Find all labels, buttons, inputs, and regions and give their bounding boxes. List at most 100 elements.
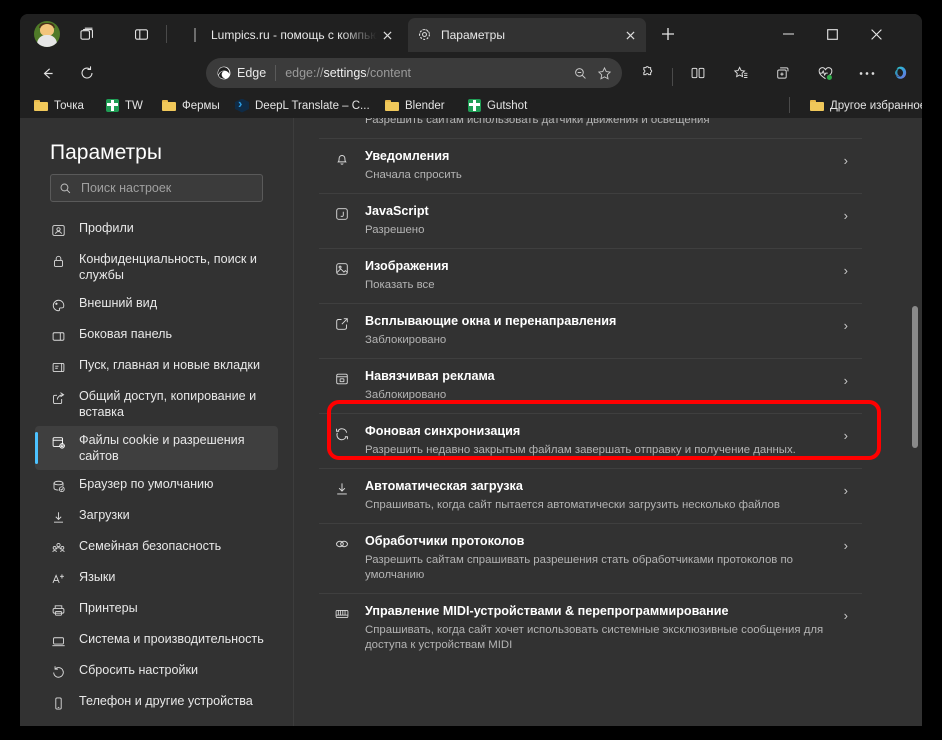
window-maximize-button[interactable] — [810, 14, 854, 54]
sidebar-item-label: Файлы cookie и разрешения сайтов — [79, 433, 245, 463]
bookmark-deepl[interactable]: DeepL Translate – C... — [229, 95, 376, 116]
bookmarks-divider — [789, 97, 790, 113]
split-screen-icon[interactable] — [683, 58, 713, 88]
sidebar-item-languages[interactable]: Языки — [35, 563, 278, 594]
omnibox-divider — [275, 65, 277, 81]
chevron-right-icon: › — [843, 608, 848, 623]
start-home-icon — [49, 358, 67, 376]
edge-logo-icon — [217, 66, 231, 80]
permission-row-images[interactable]: Изображения Показать все › — [319, 248, 862, 303]
sidebar-item-downloads[interactable]: Загрузки — [35, 501, 278, 532]
bookmark-label: Фермы — [182, 99, 220, 112]
permission-title: JavaScript — [365, 204, 429, 218]
zoom-out-icon[interactable] — [568, 61, 592, 85]
star-icon[interactable] — [592, 61, 616, 85]
midi-icon — [333, 605, 351, 623]
permission-row-protocol-handlers[interactable]: Обработчики протоколов Разрешить сайтам … — [319, 523, 862, 593]
sidebar-item-label: Внешний вид — [79, 296, 158, 310]
ellipsis-icon[interactable] — [852, 58, 882, 88]
workspaces-icon[interactable] — [72, 20, 100, 48]
favorites-star-list-icon[interactable] — [726, 58, 756, 88]
scrollbar-thumb[interactable] — [912, 306, 918, 448]
protocol-handlers-icon — [333, 535, 351, 553]
bookmark-tw[interactable]: TW — [100, 95, 149, 116]
profile-icon — [49, 221, 67, 239]
sidebar-item-sidebar[interactable]: Боковая панель — [35, 320, 278, 351]
refresh-button[interactable] — [72, 58, 102, 88]
tab-settings[interactable]: Параметры — [408, 18, 646, 52]
sheet-icon — [468, 99, 481, 112]
address-bar[interactable]: Edge edge://settings/content — [206, 58, 622, 88]
scrollbar-track[interactable] — [908, 118, 918, 726]
permission-row-javascript[interactable]: JavaScript Разрешено › — [319, 193, 862, 248]
new-tab-button[interactable] — [654, 20, 682, 48]
appearance-icon — [49, 296, 67, 314]
permission-row-midi-devices[interactable]: Управление MIDI-устройствами & перепрогр… — [319, 593, 862, 663]
sidebar-item-share-copy-paste[interactable]: Общий доступ, копирование и вставка — [35, 382, 278, 426]
tab-title: Lumpics.ru - помощь с компьюте — [211, 28, 377, 42]
sidebar-item-profiles[interactable]: Профили — [35, 214, 278, 245]
chevron-right-icon: › — [843, 153, 848, 168]
profile-avatar[interactable] — [34, 21, 60, 47]
sidebar-item-system-performance[interactable]: Система и производительность — [35, 625, 278, 656]
bookmark-fermy[interactable]: Фермы — [156, 95, 226, 116]
permission-row-automatic-downloads[interactable]: Автоматическая загрузка Спрашивать, когд… — [319, 468, 862, 523]
sidebar-item-phone-devices[interactable]: Телефон и другие устройства — [35, 687, 278, 718]
bookmark-blender[interactable]: Blender — [379, 95, 451, 116]
family-icon — [49, 539, 67, 557]
sidebar-item-label: Система и производительность — [79, 632, 264, 646]
chevron-right-icon: › — [843, 538, 848, 553]
sidebar-item-accessibility[interactable]: Специальные возможности — [35, 718, 278, 726]
tab-close-icon[interactable] — [620, 25, 640, 45]
other-favorites-button[interactable]: Другое избранное — [804, 95, 922, 116]
permission-title: Навязчивая реклама — [365, 369, 495, 383]
sidebar-item-label: Специальные возможности — [79, 724, 240, 726]
back-button[interactable] — [32, 58, 62, 88]
bookmark-tochka[interactable]: Точка — [28, 95, 90, 116]
tab-close-icon[interactable] — [377, 25, 397, 45]
sidebar-item-cookies-site-permissions[interactable]: Файлы cookie и разрешения сайтов — [35, 426, 278, 470]
permission-subtitle: Разрешить недавно закрытым файлам заверш… — [365, 444, 796, 456]
permission-row-intrusive-ads[interactable]: Навязчивая реклама Заблокировано › — [319, 358, 862, 413]
sidebar-item-privacy[interactable]: Конфиденциальность, поиск и службы — [35, 245, 278, 289]
permission-subtitle: Спрашивать, когда сайт пытается автомати… — [365, 499, 780, 511]
copilot-icon[interactable] — [886, 58, 916, 88]
sidebar-icon — [49, 327, 67, 345]
sidebar-item-label: Принтеры — [79, 601, 138, 615]
permission-row-popups[interactable]: Всплывающие окна и перенаправления Забло… — [319, 303, 862, 358]
sidebar-item-printers[interactable]: Принтеры — [35, 594, 278, 625]
lock-icon — [49, 252, 67, 270]
tab-title: Параметры — [441, 28, 505, 42]
tab-actions-icon[interactable] — [127, 20, 155, 48]
sidebar-item-label: Семейная безопасность — [79, 539, 222, 553]
permission-row-motion-sensors[interactable]: Датчики движения или света Разрешить сай… — [319, 118, 862, 138]
sidebar-item-label: Браузер по умолчанию — [79, 477, 214, 491]
ads-icon — [333, 370, 351, 388]
permission-title: Уведомления — [365, 149, 450, 163]
permission-row-notifications[interactable]: Уведомления Сначала спросить › — [319, 138, 862, 193]
sidebar-item-start-home[interactable]: Пуск, главная и новые вкладки — [35, 351, 278, 382]
bell-icon — [333, 150, 351, 168]
search-icon — [60, 183, 71, 193]
sidebar-item-label: Языки — [79, 570, 116, 584]
folder-icon — [34, 100, 48, 111]
browser-toolbar: Edge edge://settings/content — [20, 54, 922, 92]
bookmark-gutshot[interactable]: Gutshot — [462, 95, 533, 116]
sidebar-item-appearance[interactable]: Внешний вид — [35, 289, 278, 320]
collections-icon[interactable] — [768, 58, 798, 88]
window-minimize-button[interactable] — [766, 14, 810, 54]
puzzle-icon[interactable] — [633, 58, 663, 88]
tab-lumpics[interactable]: Lumpics.ru - помощь с компьюте — [178, 18, 403, 52]
deepl-icon — [235, 98, 249, 113]
tab-strip: Lumpics.ru - помощь с компьюте Параметры — [20, 14, 922, 54]
search-settings-input[interactable]: Поиск настроек — [50, 174, 263, 202]
window-close-button[interactable] — [854, 14, 898, 54]
sidebar-item-reset-settings[interactable]: Сбросить настройки — [35, 656, 278, 687]
permission-row-background-sync[interactable]: Фоновая синхронизация Разрешить недавно … — [319, 413, 862, 468]
browser-essentials-icon[interactable] — [810, 58, 840, 88]
sidebar-item-default-browser[interactable]: Браузер по умолчанию — [35, 470, 278, 501]
sidebar-item-label: Боковая панель — [79, 327, 173, 341]
search-placeholder: Поиск настроек — [81, 181, 172, 195]
sidebar-item-family-safety[interactable]: Семейная безопасность — [35, 532, 278, 563]
settings-sidebar: Параметры Поиск настроек Профили Конфиде… — [20, 118, 294, 726]
